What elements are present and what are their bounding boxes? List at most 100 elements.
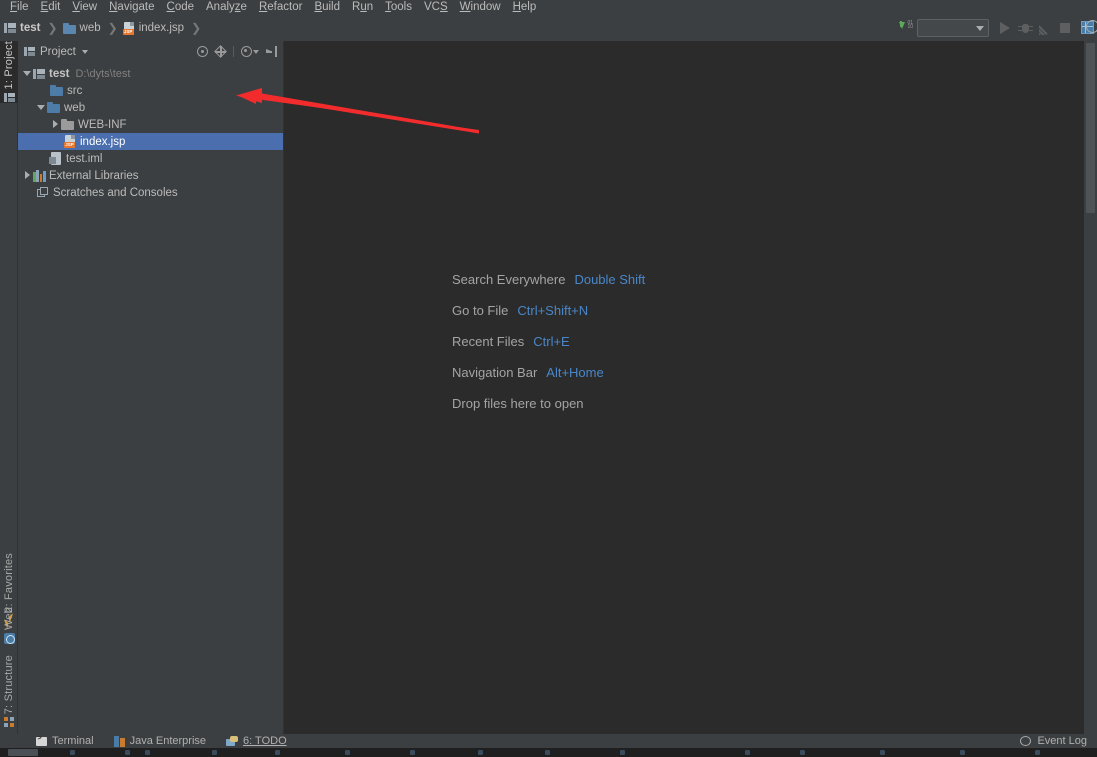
menu-item-code[interactable]: Code xyxy=(161,0,201,15)
taskbar-item[interactable] xyxy=(212,750,217,755)
tree-node-scratches-and-consoles[interactable]: Scratches and Consoles xyxy=(18,184,283,201)
toolbar-divider xyxy=(233,46,234,57)
menu-item-edit[interactable]: Edit xyxy=(35,0,67,15)
search-icon[interactable] xyxy=(1086,20,1097,33)
taskbar-item[interactable] xyxy=(960,750,965,755)
tool-window-label: 1: Project xyxy=(3,41,15,90)
menu-item-view[interactable]: View xyxy=(66,0,103,15)
tree-node-external-libraries[interactable]: External Libraries xyxy=(18,167,283,184)
tree-node-label: WEB-INF xyxy=(78,118,127,131)
taskbar-item[interactable] xyxy=(125,750,130,755)
hint-label: Search Everywhere xyxy=(452,272,566,287)
tree-node-src[interactable]: src xyxy=(18,82,283,99)
chevron-down-icon[interactable] xyxy=(22,68,33,79)
tool-window-label: Web xyxy=(3,607,15,631)
breadcrumb-item-web[interactable]: web xyxy=(62,15,101,41)
event-log-label: Event Log xyxy=(1037,735,1087,747)
menu-item-window[interactable]: Window xyxy=(454,0,507,15)
project-module-icon xyxy=(33,68,45,80)
taskbar-item[interactable] xyxy=(145,750,150,755)
run-configuration-selector[interactable] xyxy=(917,19,989,37)
update-project-icon[interactable]: 01 10 xyxy=(897,20,913,36)
hint-recent-files: Recent Files Ctrl+E xyxy=(452,334,645,349)
status-tab-terminal[interactable]: Terminal xyxy=(26,734,104,748)
status-tab-todo[interactable]: 6: TODO xyxy=(216,734,297,748)
debug-button[interactable] xyxy=(1015,18,1035,38)
menu-item-analyze[interactable]: Analyze xyxy=(200,0,253,15)
taskbar-item[interactable] xyxy=(345,750,350,755)
hint-search-everywhere: Search Everywhere Double Shift xyxy=(452,272,646,287)
taskbar-item[interactable] xyxy=(1035,750,1040,755)
chevron-down-icon[interactable] xyxy=(81,49,88,54)
tree-node-path: D:\dyts\test xyxy=(75,67,131,80)
tree-node-test[interactable]: test D:\dyts\test xyxy=(18,65,283,82)
menu-item-navigate[interactable]: Navigate xyxy=(103,0,160,15)
status-tab-java-enterprise[interactable]: Java Enterprise xyxy=(104,734,216,748)
editor-scrollbar[interactable] xyxy=(1084,41,1097,734)
menu-item-vcs[interactable]: VCS xyxy=(418,0,454,15)
breadcrumb: test ❯ web ❯ JSP index.jsp ❯ xyxy=(4,15,206,41)
menu-item-help[interactable]: Help xyxy=(507,0,543,15)
hide-panel-icon[interactable] xyxy=(266,46,277,57)
taskbar-item[interactable] xyxy=(275,750,280,755)
menu-item-tools[interactable]: Tools xyxy=(379,0,418,15)
left-tool-stripe: 1: Project 2: Favorites Web 7: Structure xyxy=(0,41,18,734)
terminal-icon xyxy=(36,735,47,746)
scroll-from-source-icon[interactable] xyxy=(197,46,208,57)
status-bar-tabs: Terminal Java Enterprise 6: TODO xyxy=(0,734,297,748)
chevron-down-icon xyxy=(253,49,259,54)
chevron-right-icon[interactable] xyxy=(22,170,33,181)
collapse-all-icon[interactable] xyxy=(214,45,227,58)
settings-button[interactable] xyxy=(241,46,259,57)
event-log-button[interactable]: Event Log xyxy=(1020,735,1087,747)
web-icon xyxy=(3,633,15,645)
folder-gray-icon xyxy=(61,119,74,130)
taskbar-item[interactable] xyxy=(545,750,550,755)
tree-node-web-inf[interactable]: WEB-INF xyxy=(18,116,283,133)
taskbar-item[interactable] xyxy=(880,750,885,755)
taskbar-start-button[interactable] xyxy=(8,749,38,756)
taskbar-item[interactable] xyxy=(410,750,415,755)
project-icon xyxy=(3,92,15,103)
scrollbar-thumb[interactable] xyxy=(1086,43,1095,213)
hint-label: Go to File xyxy=(452,303,509,318)
taskbar-item[interactable] xyxy=(745,750,750,755)
chevron-down-icon[interactable] xyxy=(36,102,47,113)
tool-window-tab-structure[interactable]: 7: Structure xyxy=(0,655,18,728)
menu-item-file[interactable]: File xyxy=(4,0,35,15)
taskbar-item[interactable] xyxy=(620,750,625,755)
hint-label: Navigation Bar xyxy=(452,365,538,380)
menu-item-refactor[interactable]: Refactor xyxy=(253,0,308,15)
breadcrumb-label: test xyxy=(20,22,41,34)
status-bar: Terminal Java Enterprise 6: TODO Event L… xyxy=(0,734,1097,748)
taskbar-item[interactable] xyxy=(70,750,75,755)
todo-icon xyxy=(226,735,239,747)
jsp-badge: JSP xyxy=(64,142,75,148)
coverage-button[interactable] xyxy=(1035,18,1055,38)
menu-item-run[interactable]: Run xyxy=(346,0,379,15)
tool-window-tab-project[interactable]: 1: Project xyxy=(0,41,18,104)
jsp-badge: JSP xyxy=(122,28,134,35)
chevron-right-icon[interactable] xyxy=(50,119,61,130)
tree-node-label: Scratches and Consoles xyxy=(53,186,178,199)
chevron-down-icon xyxy=(976,25,984,31)
breadcrumb-item-index-jsp[interactable]: JSP index.jsp xyxy=(122,15,184,41)
tool-window-tab-web[interactable]: Web xyxy=(0,607,18,645)
tree-node-test-iml[interactable]: test.iml xyxy=(18,150,283,167)
breadcrumb-item-test[interactable]: test xyxy=(4,15,40,41)
hint-shortcut: Alt+Home xyxy=(546,365,604,380)
editor-hints: Search Everywhere Double Shift Go to Fil… xyxy=(452,272,645,427)
hint-label: Drop files here to open xyxy=(452,396,584,411)
panel-title: Project xyxy=(40,45,76,58)
intellij-idea-window: File Edit View Navigate Code Analyze Ref… xyxy=(0,0,1097,757)
breadcrumb-label: web xyxy=(79,22,101,34)
taskbar-item[interactable] xyxy=(800,750,805,755)
tree-node-web[interactable]: web xyxy=(18,99,283,116)
editor-empty-area: Search Everywhere Double Shift Go to Fil… xyxy=(285,41,1097,734)
taskbar-item[interactable] xyxy=(478,750,483,755)
menu-item-build[interactable]: Build xyxy=(308,0,346,15)
run-button[interactable] xyxy=(995,18,1015,38)
tree-node-index-jsp[interactable]: JSP index.jsp xyxy=(18,133,283,150)
stop-button[interactable] xyxy=(1055,18,1075,38)
hint-shortcut: Double Shift xyxy=(574,272,646,287)
